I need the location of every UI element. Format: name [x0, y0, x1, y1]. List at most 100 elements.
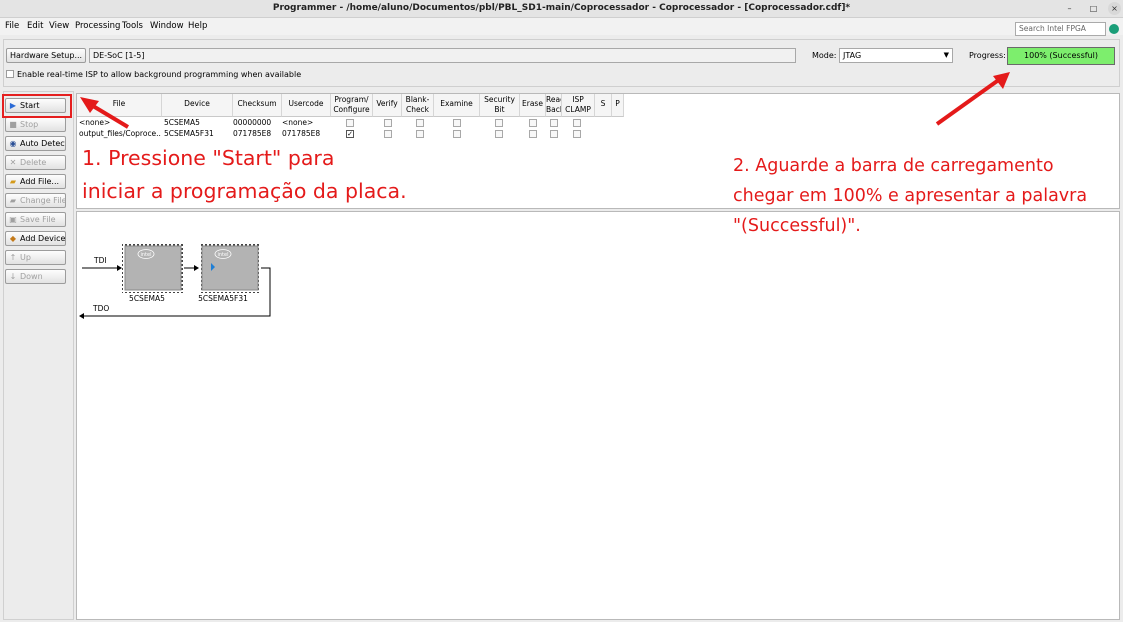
progress-text: 100% (Successful)	[1024, 51, 1098, 60]
menu-help[interactable]: Help	[188, 21, 207, 31]
col-header-program[interactable]: Program/ Configure	[331, 94, 373, 117]
progress-label: Progress:	[969, 51, 1006, 60]
arrow-right-icon	[117, 265, 122, 271]
tdo-label: TDO	[92, 304, 109, 313]
chip-body	[201, 245, 259, 291]
intel-logo-text: intel	[141, 252, 152, 258]
save-file-button[interactable]: ▣ Save File	[5, 212, 66, 227]
hardware-field: DE-SoC [1-5]	[89, 48, 796, 63]
isp-label: Enable real-time ISP to allow background…	[17, 70, 302, 79]
col-header-examine[interactable]: Examine	[434, 94, 480, 117]
arrow-right-icon	[194, 265, 199, 271]
menu-window[interactable]: Window	[150, 21, 184, 31]
row2-program-checkbox[interactable]: ✓	[346, 130, 354, 138]
row2-verify-checkbox[interactable]	[384, 130, 392, 138]
auto-detect-label: Auto Detect	[20, 139, 66, 148]
add-file-label: Add File...	[20, 177, 60, 186]
tdi-label: TDI	[93, 256, 107, 265]
col-header-s-fi[interactable]: S Fi...	[595, 94, 612, 117]
col-header-blank-check[interactable]: Blank- Check	[402, 94, 434, 117]
row1-readback-checkbox[interactable]	[550, 119, 558, 127]
intel-logo-text: intel	[218, 252, 229, 258]
row1-isp-clamp-checkbox[interactable]	[573, 119, 581, 127]
row2-erase-checkbox[interactable]	[529, 130, 537, 138]
col-header-verify[interactable]: Verify	[373, 94, 402, 117]
progress-bar: 100% (Successful)	[1007, 47, 1115, 65]
window-titlebar: Programmer - /home/aluno/Documentos/pbl/…	[0, 0, 1123, 18]
save-icon: ▣	[9, 215, 17, 224]
menu-edit[interactable]: Edit	[27, 21, 43, 31]
folder-icon: ▰	[9, 177, 17, 186]
hardware-setup-button[interactable]: Hardware Setup...	[6, 48, 86, 63]
arrow-up-icon: ↑	[9, 253, 17, 262]
row1-file[interactable]: <none>	[79, 118, 161, 128]
menu-file[interactable]: File	[5, 21, 19, 31]
maximize-icon[interactable]: □	[1087, 2, 1100, 15]
up-button[interactable]: ↑ Up	[5, 250, 66, 265]
chip-5csema5f31[interactable]: intel	[199, 243, 261, 293]
start-highlight-box	[2, 94, 72, 118]
row1-checksum: 00000000	[233, 118, 272, 127]
menu-view[interactable]: View	[49, 21, 69, 31]
search-input[interactable]: Search Intel FPGA	[1015, 22, 1106, 36]
menu-tools[interactable]: Tools	[122, 21, 143, 31]
row2-examine-checkbox[interactable]	[453, 130, 461, 138]
row2-file[interactable]: output_files/Coproce...	[79, 129, 161, 139]
col-header-usercode[interactable]: Usercode	[282, 94, 331, 117]
checkbox-icon[interactable]	[6, 70, 14, 78]
col-header-read-backs[interactable]: Read Backs	[546, 94, 562, 117]
stop-button[interactable]: ■ Stop	[5, 117, 66, 132]
jtag-chain-diagram: TDI intel 5CSEMA5 intel 5CSEMA5F31 TDO	[79, 243, 271, 319]
chip-1-label: 5CSEMA5	[129, 294, 165, 303]
row2-security-checkbox[interactable]	[495, 130, 503, 138]
col-header-p-f[interactable]: P F	[612, 94, 624, 117]
row2-device: 5CSEMA5F31	[164, 129, 214, 138]
col-header-isp-clamp[interactable]: ISP CLAMP	[562, 94, 595, 117]
auto-detect-button[interactable]: ◉ Auto Detect	[5, 136, 66, 151]
row1-examine-checkbox[interactable]	[453, 119, 461, 127]
row2-blank-check-checkbox[interactable]	[416, 130, 424, 138]
menu-processing[interactable]: Processing	[75, 21, 120, 31]
minimize-icon[interactable]: –	[1063, 2, 1076, 15]
col-header-file[interactable]: File	[77, 94, 162, 117]
col-header-device[interactable]: Device	[162, 94, 233, 117]
add-file-button[interactable]: ▰ Add File...	[5, 174, 66, 189]
row2-checksum: 071785E8	[233, 129, 272, 138]
row2-readback-checkbox[interactable]	[550, 130, 558, 138]
row1-security-checkbox[interactable]	[495, 119, 503, 127]
stop-icon: ■	[9, 120, 17, 129]
jtag-chain-panel: TDI intel 5CSEMA5 intel 5CSEMA5F31 TDO	[76, 211, 1120, 620]
col-header-erase[interactable]: Erase	[520, 94, 546, 117]
down-button[interactable]: ↓ Down	[5, 269, 66, 284]
close-icon[interactable]: ×	[1108, 2, 1121, 15]
arrow-down-icon: ↓	[9, 272, 17, 281]
row1-blank-check-checkbox[interactable]	[416, 119, 424, 127]
row1-verify-checkbox[interactable]	[384, 119, 392, 127]
delete-icon: ✕	[9, 158, 17, 167]
row1-erase-checkbox[interactable]	[529, 119, 537, 127]
annotation-step2: 2. Aguarde a barra de carregamento chega…	[733, 151, 1087, 241]
row2-usercode: 071785E8	[282, 129, 321, 138]
row1-device: 5CSEMA5	[164, 118, 200, 127]
delete-button[interactable]: ✕ Delete	[5, 155, 66, 170]
arrow-left-icon	[79, 313, 84, 319]
chevron-down-icon: ▼	[943, 51, 949, 59]
row1-program-checkbox[interactable]	[346, 119, 354, 127]
col-header-checksum[interactable]: Checksum	[233, 94, 282, 117]
change-file-button[interactable]: ▰Change File...	[5, 193, 66, 208]
mode-select[interactable]: JTAG ▼	[839, 48, 953, 63]
chip-5csema5[interactable]: intel	[122, 243, 184, 293]
globe-icon[interactable]	[1109, 24, 1119, 34]
mode-label: Mode:	[812, 51, 837, 60]
delete-label: Delete	[20, 158, 47, 167]
col-header-security-bit[interactable]: Security Bit	[480, 94, 520, 117]
up-label: Up	[20, 253, 31, 262]
annotation-step1-line1: 1. Pressione "Start" para	[82, 146, 335, 170]
isp-checkbox[interactable]: Enable real-time ISP to allow background…	[6, 70, 301, 79]
add-device-button[interactable]: ◆Add Device...	[5, 231, 66, 246]
save-file-label: Save File	[20, 215, 56, 224]
annotation-step2-line2: chegar em 100% e apresentar a palavra	[733, 186, 1088, 206]
auto-detect-icon: ◉	[9, 139, 17, 148]
row2-isp-clamp-checkbox[interactable]	[573, 130, 581, 138]
hardware-setup-label: Hardware Setup...	[10, 51, 83, 60]
